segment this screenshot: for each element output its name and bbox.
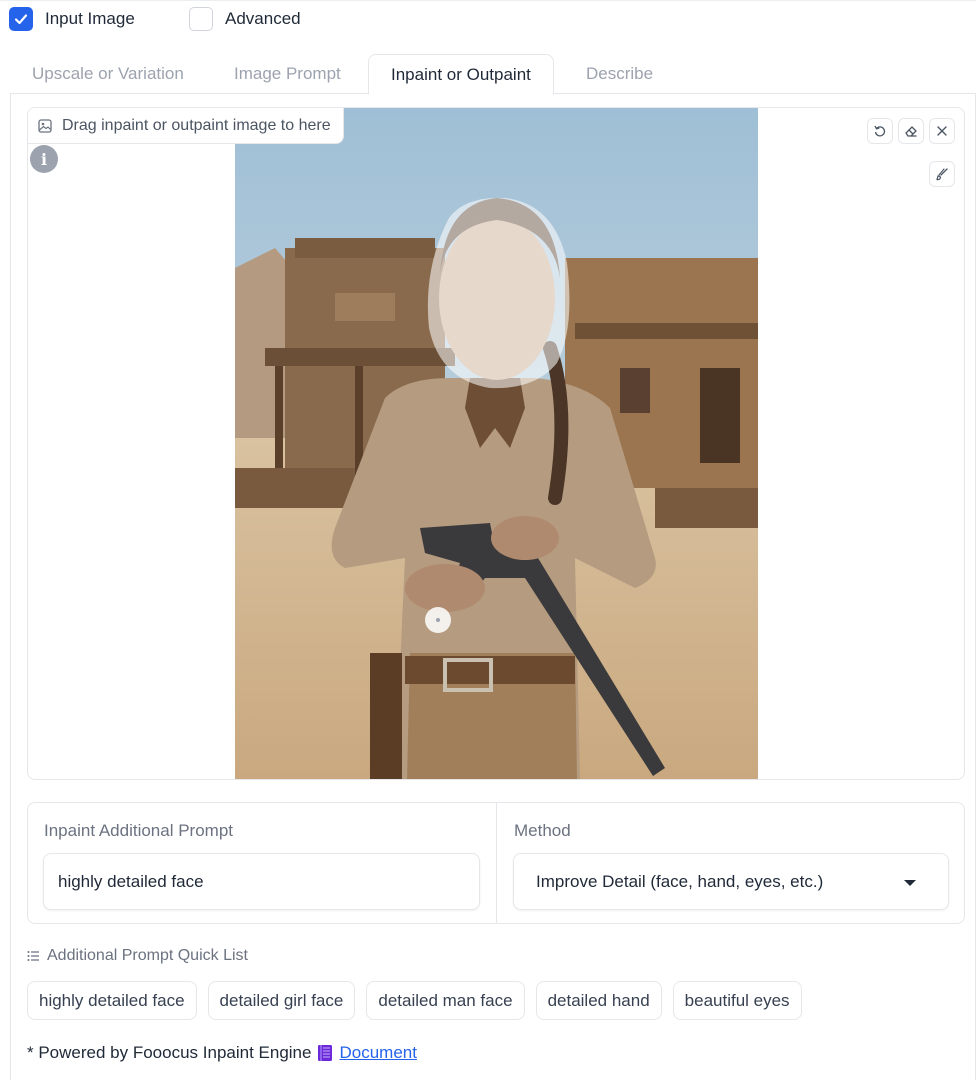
close-icon xyxy=(937,126,947,136)
close-button[interactable] xyxy=(929,118,955,144)
top-options-bar: Input Image Advanced xyxy=(0,0,976,40)
method-selected-value: Improve Detail (face, hand, eyes, etc.) xyxy=(536,871,824,891)
document-link[interactable]: Document xyxy=(339,1043,416,1063)
checkbox-box[interactable] xyxy=(9,7,33,31)
brush-icon xyxy=(936,168,948,181)
advanced-checkbox[interactable]: Advanced xyxy=(189,7,301,31)
quick-chip-highly-detailed-face[interactable]: highly detailed face xyxy=(27,981,197,1020)
check-icon xyxy=(14,14,28,25)
tab-upscale-or-variation[interactable]: Upscale or Variation xyxy=(10,54,206,94)
info-icon[interactable]: i xyxy=(30,145,58,173)
tab-inpaint-or-outpaint[interactable]: Inpaint or Outpaint xyxy=(368,54,554,95)
quick-chip-detailed-girl-face[interactable]: detailed girl face xyxy=(207,981,356,1020)
quick-chip-detailed-hand[interactable]: detailed hand xyxy=(535,981,662,1020)
caret-down-icon xyxy=(904,880,916,886)
list-icon xyxy=(27,951,39,961)
method-dropdown[interactable]: Improve Detail (face, hand, eyes, etc.) xyxy=(513,853,949,910)
image-drop-label: Drag inpaint or outpaint image to here xyxy=(28,108,344,144)
clear-button[interactable] xyxy=(898,118,924,144)
quick-chip-beautiful-eyes[interactable]: beautiful eyes xyxy=(672,981,802,1020)
divider xyxy=(496,803,497,923)
quick-list-title: Additional Prompt Quick List xyxy=(27,947,248,965)
brush-button[interactable] xyxy=(929,161,955,187)
drop-label-text: Drag inpaint or outpaint image to here xyxy=(62,116,331,134)
inpaint-prompt-label: Inpaint Additional Prompt xyxy=(44,821,234,840)
method-label: Method xyxy=(514,821,571,840)
inpaint-prompt-input[interactable] xyxy=(43,853,480,910)
image-icon xyxy=(38,118,52,133)
eraser-icon xyxy=(905,126,917,137)
book-icon xyxy=(318,1045,333,1061)
input-image-label: Input Image xyxy=(45,9,135,28)
tab-bar: Upscale or Variation Image Prompt Inpain… xyxy=(10,54,976,95)
quick-list-title-text: Additional Prompt Quick List xyxy=(47,947,248,964)
checkbox-box[interactable] xyxy=(189,7,213,31)
footer-text: * Powered by Fooocus Inpaint Engine xyxy=(27,1043,312,1062)
input-image-checkbox[interactable]: Input Image xyxy=(9,7,135,31)
quick-chip-detailed-man-face[interactable]: detailed man face xyxy=(366,981,525,1020)
undo-button[interactable] xyxy=(867,118,893,144)
quick-list-chips: highly detailed face detailed girl face … xyxy=(27,981,802,1020)
inpaint-image-canvas[interactable]: Drag inpaint or outpaint image to here i xyxy=(27,107,965,780)
footer-note: * Powered by Fooocus Inpaint Engine Docu… xyxy=(27,1043,417,1063)
advanced-label: Advanced xyxy=(225,9,301,28)
undo-icon xyxy=(874,125,886,137)
inpaint-settings-row: Inpaint Additional Prompt Method Improve… xyxy=(27,802,965,924)
tab-describe[interactable]: Describe xyxy=(564,54,675,94)
tab-image-prompt[interactable]: Image Prompt xyxy=(212,54,363,94)
uploaded-photo xyxy=(235,108,758,779)
